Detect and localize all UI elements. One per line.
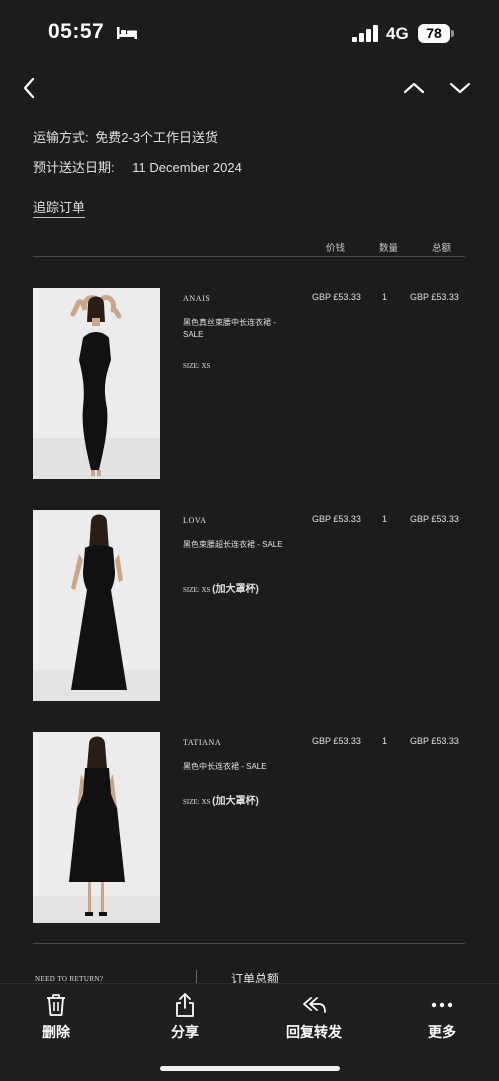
delivery-date-value: 11 December 2024 bbox=[132, 160, 242, 175]
product-size: SIZE: XS (加大罩杯) bbox=[183, 792, 259, 807]
products-divider bbox=[33, 943, 465, 944]
reply-forward-button[interactable]: 回复转发 bbox=[274, 992, 354, 1042]
delivery-date-label: 预计送达日期: bbox=[33, 160, 115, 175]
reply-all-icon bbox=[303, 997, 326, 1013]
product-qty: 1 bbox=[382, 514, 388, 524]
more-button[interactable]: 更多 bbox=[402, 992, 482, 1042]
share-label: 分享 bbox=[171, 1024, 199, 1040]
shipping-method-value: 免费2-3个工作日送货 bbox=[95, 130, 219, 145]
product-qty: 1 bbox=[382, 736, 388, 746]
product-price: GBP £53.33 bbox=[312, 736, 361, 746]
delete-button[interactable]: 删除 bbox=[16, 992, 96, 1042]
product-name: ANAIS bbox=[183, 294, 211, 303]
product-total: GBP £53.33 bbox=[410, 292, 459, 302]
track-order-link[interactable]: 追踪订单 bbox=[33, 197, 86, 218]
product-price: GBP £53.33 bbox=[312, 514, 361, 524]
product-size-note: (加大罩杯) bbox=[212, 796, 259, 807]
more-icon bbox=[431, 1002, 453, 1008]
chevron-down-icon[interactable] bbox=[448, 76, 472, 100]
product-size: SIZE: XS bbox=[183, 362, 210, 370]
bed-icon bbox=[117, 27, 137, 39]
delivery-date: 预计送达日期: 11 December 2024 bbox=[33, 157, 242, 176]
need-to-return-link[interactable]: NEED TO RETURN? bbox=[35, 975, 103, 983]
mail-toolbar: 删除 分享 回复转发 更多 bbox=[0, 983, 499, 1081]
product-name: TATIANA bbox=[183, 738, 222, 747]
product-qty: 1 bbox=[382, 292, 388, 302]
battery-level: 78 bbox=[426, 25, 442, 41]
column-header-qty: 数量 bbox=[379, 243, 399, 254]
product-size-note: (加大罩杯) bbox=[212, 584, 259, 595]
product-image-tatiana[interactable] bbox=[33, 732, 160, 923]
product-price: GBP £53.33 bbox=[312, 292, 361, 302]
column-header-price: 价钱 bbox=[326, 243, 346, 254]
shipping-method-label: 运输方式: bbox=[33, 130, 89, 145]
product-image-lova[interactable] bbox=[33, 510, 160, 701]
chevron-left-icon[interactable] bbox=[18, 76, 42, 100]
product-total: GBP £53.33 bbox=[410, 514, 459, 524]
column-header-total: 总额 bbox=[432, 243, 452, 254]
battery-indicator: 78 bbox=[418, 24, 454, 43]
signal-icon bbox=[352, 25, 378, 42]
footer-separator bbox=[196, 970, 197, 984]
product-total: GBP £53.33 bbox=[410, 736, 459, 746]
product-description: 黑色束腰超长连衣裙 - SALE bbox=[183, 540, 283, 549]
network-type: 4G bbox=[386, 24, 409, 43]
product-size-label: SIZE: XS bbox=[183, 586, 211, 594]
delete-label: 删除 bbox=[42, 1024, 70, 1040]
shipping-method: 运输方式: 免费2-3个工作日送货 bbox=[33, 127, 218, 146]
header-divider bbox=[33, 256, 465, 257]
product-description: 黑色真丝束腰中长连衣裙 - SALE bbox=[183, 318, 276, 339]
product-image-anais[interactable] bbox=[33, 288, 160, 479]
product-size-label: SIZE: XS bbox=[183, 362, 211, 370]
product-size-label: SIZE: XS bbox=[183, 798, 211, 806]
more-label: 更多 bbox=[428, 1024, 456, 1040]
share-icon bbox=[176, 993, 194, 1017]
status-time: 05:57 bbox=[48, 20, 105, 43]
share-button[interactable]: 分享 bbox=[145, 992, 225, 1042]
home-indicator[interactable] bbox=[160, 1066, 340, 1071]
product-description: 黑色中长连衣裙 - SALE bbox=[183, 762, 267, 771]
chevron-up-icon[interactable] bbox=[402, 76, 426, 100]
reply-forward-label: 回复转发 bbox=[286, 1024, 342, 1040]
trash-icon bbox=[47, 994, 65, 1016]
product-name: LOVA bbox=[183, 516, 207, 525]
product-size: SIZE: XS (加大罩杯) bbox=[183, 580, 259, 595]
